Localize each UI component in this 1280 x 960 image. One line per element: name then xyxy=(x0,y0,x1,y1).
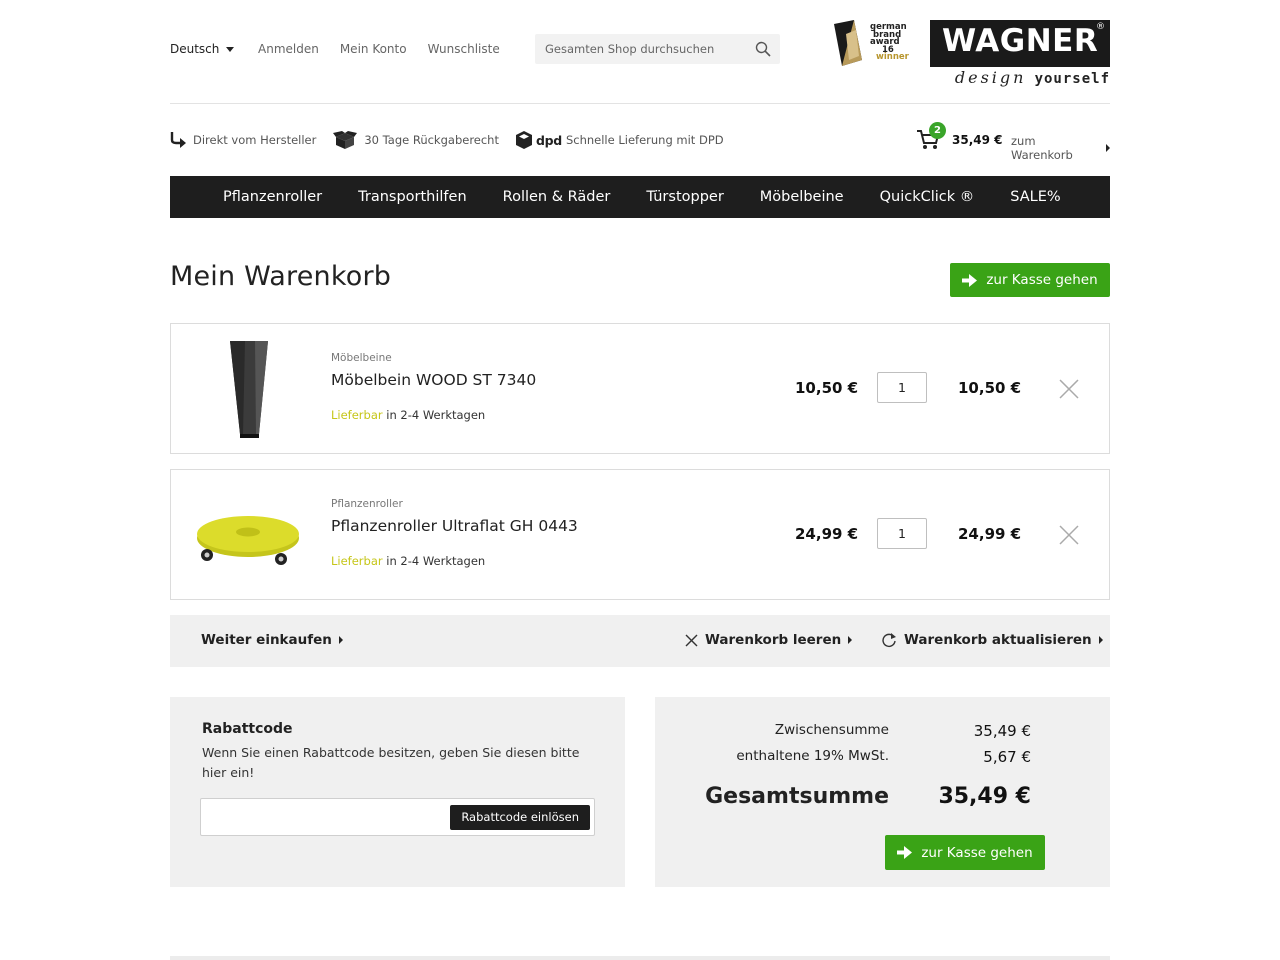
chevron-right-icon xyxy=(338,636,343,644)
item-availability: Lieferbar in 2-4 Werktagen xyxy=(331,408,485,422)
grand-total-value: 35,49 € xyxy=(938,784,1031,809)
minicart[interactable]: 2 35,49 € zum Warenkorb xyxy=(916,122,1110,162)
go-to-cart-link[interactable]: zum Warenkorb xyxy=(1011,134,1110,162)
availability-status: Lieferbar xyxy=(331,408,383,422)
usp-delivery: dpd Schnelle Lieferung mit DPD xyxy=(516,131,724,149)
nav-item-quickclick[interactable]: QuickClick ® xyxy=(880,189,975,205)
delivery-time: in 2-4 Werktagen xyxy=(386,408,486,422)
usp-return-label: 30 Tage Rückgaberecht xyxy=(364,133,499,147)
usp-delivery-label: Schnelle Lieferung mit DPD xyxy=(565,133,724,147)
coupon-input[interactable] xyxy=(201,799,441,833)
cart-item: Pflanzenroller Pflanzenroller Ultraflat … xyxy=(170,469,1110,600)
clear-cart-label: Warenkorb leeren xyxy=(705,632,842,648)
delivery-time: in 2-4 Werktagen xyxy=(386,554,486,568)
item-row-total: 24,99 € xyxy=(958,525,1022,543)
availability-status: Lieferbar xyxy=(331,554,383,568)
checkout-button-top[interactable]: zur Kasse gehen xyxy=(950,263,1110,297)
item-category: Möbelbeine xyxy=(331,352,392,364)
header: Deutsch Anmelden Mein Konto Wunschliste … xyxy=(170,20,1110,104)
quantity-input[interactable] xyxy=(877,518,927,549)
language-label: Deutsch xyxy=(170,42,220,56)
checkout-button-label: zur Kasse gehen xyxy=(986,272,1098,288)
main-navigation: Pflanzenroller Transporthilfen Rollen & … xyxy=(170,176,1110,218)
continue-shopping-label: Weiter einkaufen xyxy=(201,632,332,648)
update-cart-button[interactable]: Warenkorb aktualisieren xyxy=(881,632,1103,648)
subtotal-value: 35,49 € xyxy=(973,722,1031,740)
grand-total-label: Gesamtsumme xyxy=(705,784,889,809)
wagner-logo[interactable]: WAGNER ® design yourself xyxy=(930,20,1110,90)
box-return-icon xyxy=(333,131,358,149)
coupon-title: Rabattcode xyxy=(202,721,293,737)
award-text-winner: winner xyxy=(876,52,909,62)
clear-cart-button[interactable]: Warenkorb leeren xyxy=(685,632,853,648)
search-input[interactable] xyxy=(535,34,745,64)
chevron-right-icon xyxy=(1098,636,1103,644)
refresh-icon xyxy=(882,633,896,647)
item-unit-price: 24,99 € xyxy=(795,525,859,543)
continue-shopping-button[interactable]: Weiter einkaufen xyxy=(201,632,343,648)
checkout-button-bottom[interactable]: zur Kasse gehen xyxy=(885,835,1045,870)
usp-direct: Direkt vom Hersteller xyxy=(170,131,316,149)
item-availability: Lieferbar in 2-4 Werktagen xyxy=(331,554,485,568)
logo-registered-mark: ® xyxy=(1096,22,1105,32)
go-to-cart-label: zum Warenkorb xyxy=(1011,134,1073,162)
coupon-panel: Rabattcode Wenn Sie einen Rabattcode bes… xyxy=(170,697,625,887)
logo-box: WAGNER ® xyxy=(930,20,1110,67)
cart-total: 35,49 € xyxy=(952,133,1003,147)
apply-coupon-button[interactable]: Rabattcode einlösen xyxy=(450,805,590,830)
item-unit-price: 10,50 € xyxy=(795,379,859,397)
nav-item-pflanzenroller[interactable]: Pflanzenroller xyxy=(223,189,322,205)
tax-value: 5,67 € xyxy=(983,748,1031,766)
item-category: Pflanzenroller xyxy=(331,498,403,510)
usp-return: 30 Tage Rückgaberecht xyxy=(333,131,499,149)
wishlist-link[interactable]: Wunschliste xyxy=(428,42,500,56)
tax-label: enthaltene 19% MwSt. xyxy=(736,748,889,764)
search-icon[interactable] xyxy=(755,41,771,57)
search-box xyxy=(535,34,780,64)
subtotal-label: Zwischensumme xyxy=(774,722,889,738)
product-image-plant-roller xyxy=(197,516,299,565)
cart-actions-bar: Weiter einkaufen Warenkorb leeren Warenk… xyxy=(170,615,1110,667)
nav-item-rollen-raeder[interactable]: Rollen & Räder xyxy=(503,189,611,205)
logo-text: WAGNER xyxy=(942,23,1099,59)
nav-item-sale[interactable]: SALE% xyxy=(1010,189,1060,205)
account-links: Anmelden Mein Konto Wunschliste xyxy=(258,42,500,56)
coupon-description: Wenn Sie einen Rabattcode besitzen, gebe… xyxy=(202,745,580,780)
chevron-down-icon xyxy=(226,46,235,52)
usp-direct-label: Direkt vom Hersteller xyxy=(193,133,317,147)
arrow-turn-icon xyxy=(170,132,186,148)
coupon-field: Rabattcode einlösen xyxy=(200,798,595,836)
language-switcher[interactable]: Deutsch xyxy=(170,42,235,56)
update-cart-label: Warenkorb aktualisieren xyxy=(904,632,1092,648)
nav-item-transporthilfen[interactable]: Transporthilfen xyxy=(358,189,467,205)
quantity-input[interactable] xyxy=(877,372,927,403)
item-row-total: 10,50 € xyxy=(958,379,1022,397)
logo-tagline-yourself: yourself xyxy=(1034,71,1110,87)
item-name[interactable]: Möbelbein WOOD ST 7340 xyxy=(331,371,536,389)
logo-tagline: design yourself xyxy=(930,68,1110,87)
item-name[interactable]: Pflanzenroller Ultraflat GH 0443 xyxy=(331,517,578,535)
product-image-furniture-leg xyxy=(230,341,268,438)
close-icon xyxy=(685,634,698,646)
chevron-right-icon xyxy=(1106,144,1110,152)
arrow-right-icon xyxy=(962,273,978,287)
logo-tagline-design: design xyxy=(954,68,1027,87)
chevron-right-icon xyxy=(848,636,853,644)
cart-item: Möbelbeine Möbelbein WOOD ST 7340 Liefer… xyxy=(170,323,1110,454)
footer-divider xyxy=(170,956,1110,960)
dpd-cube-icon xyxy=(516,131,532,149)
nav-item-tuerstopper[interactable]: Türstopper xyxy=(646,189,723,205)
remove-item-icon[interactable] xyxy=(1058,524,1080,546)
login-link[interactable]: Anmelden xyxy=(258,42,319,56)
checkout-button-label: zur Kasse gehen xyxy=(921,844,1033,861)
nav-item-moebelbeine[interactable]: Möbelbeine xyxy=(760,189,844,205)
arrow-right-icon xyxy=(897,846,913,859)
my-account-link[interactable]: Mein Konto xyxy=(340,42,407,56)
remove-item-icon[interactable] xyxy=(1058,378,1080,400)
cart-count-badge: 2 xyxy=(929,122,946,139)
dpd-logo-text: dpd xyxy=(536,132,562,148)
usp-bar: Direkt vom Hersteller 30 Tage Rückgabere… xyxy=(170,128,741,152)
german-brand-award-badge: german brand award 16 winner xyxy=(832,20,916,68)
page-title: Mein Warenkorb xyxy=(170,261,392,292)
